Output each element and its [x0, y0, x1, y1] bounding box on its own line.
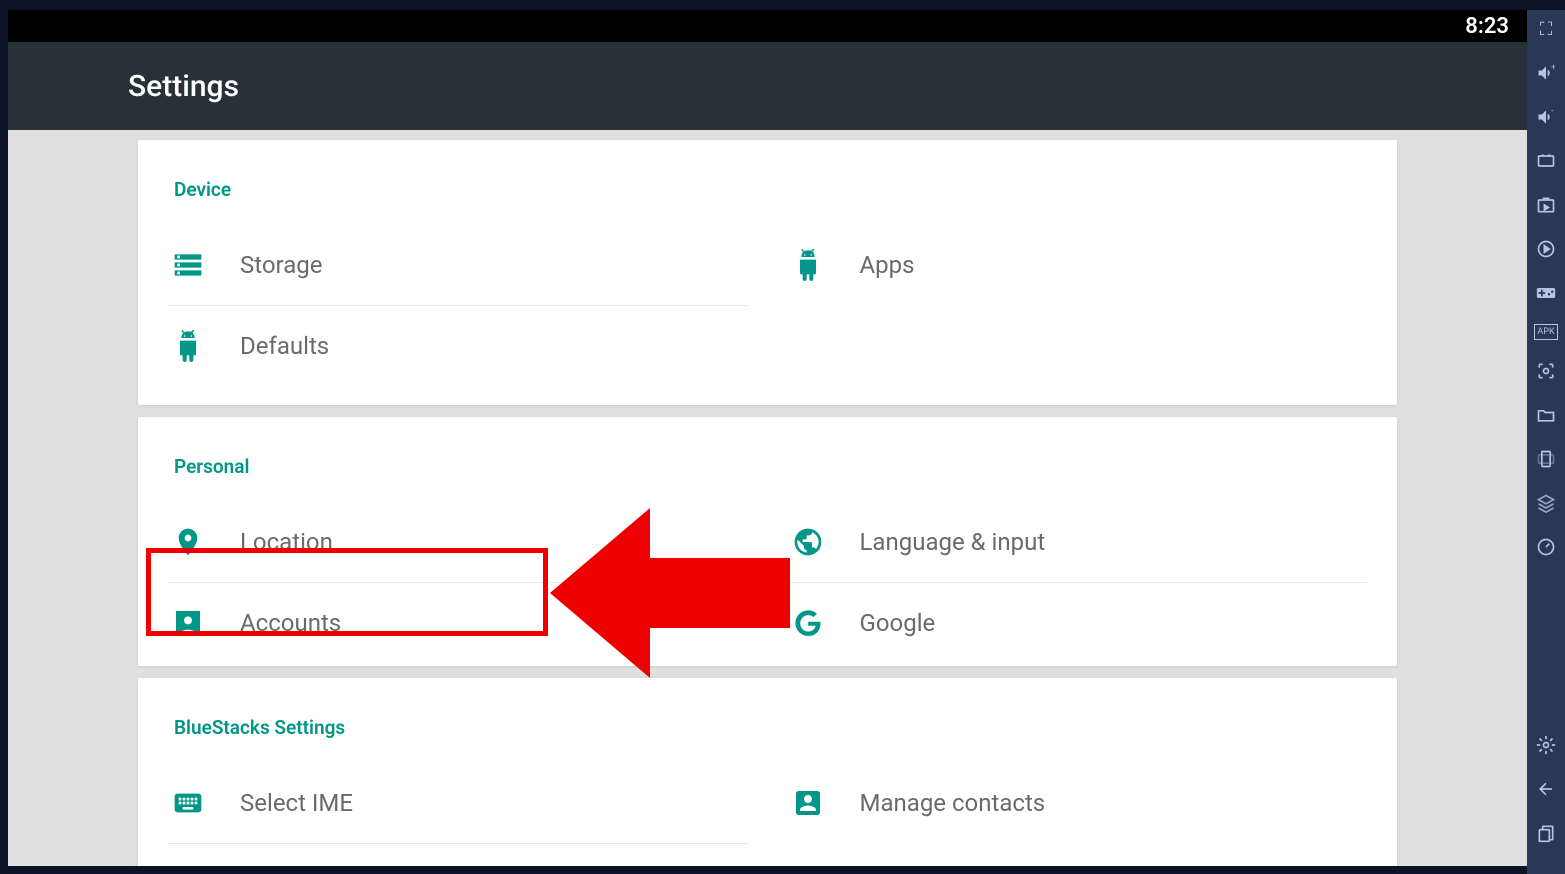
- apk-icon[interactable]: APK: [1534, 324, 1558, 340]
- storage-icon: [168, 245, 208, 285]
- back-icon[interactable]: [1533, 776, 1559, 802]
- bluestacks-side-toolbar: ⛶ + - APK: [1527, 10, 1565, 874]
- setting-label: Defaults: [240, 332, 329, 360]
- section-title-device: Device: [168, 160, 1367, 225]
- apps-icon: [788, 245, 828, 285]
- rotate-icon[interactable]: [1533, 446, 1559, 472]
- mediaplayer-icon[interactable]: [1533, 192, 1559, 218]
- defaults-icon: [168, 326, 208, 366]
- setting-item-accounts[interactable]: Accounts: [168, 582, 748, 662]
- folder-icon: [168, 864, 208, 867]
- settings-card-device: Device Storage Apps: [138, 140, 1397, 405]
- setting-item-google[interactable]: Google: [788, 582, 1368, 662]
- contacts-icon: [788, 783, 828, 823]
- setting-item-select-ime[interactable]: Select IME: [168, 763, 748, 843]
- window-title-bar: [0, 0, 1565, 10]
- record-icon[interactable]: [1533, 236, 1559, 262]
- folder-icon[interactable]: [1533, 402, 1559, 428]
- volume-down-icon[interactable]: -: [1533, 104, 1559, 130]
- setting-item-language[interactable]: Language & input: [788, 502, 1368, 582]
- gamepad-icon[interactable]: [1533, 280, 1559, 306]
- volume-up-icon[interactable]: +: [1533, 60, 1559, 86]
- emulator-viewport: 8:23 Settings Device Storage: [8, 10, 1527, 866]
- google-icon: [788, 603, 828, 643]
- setting-label: Google: [860, 609, 936, 637]
- setting-label: Apps: [860, 251, 915, 279]
- app-window: 8:23 Settings Device Storage: [0, 0, 1565, 874]
- setting-label: Manage contacts: [860, 789, 1046, 817]
- accounts-icon: [168, 603, 208, 643]
- setting-label: Storage: [240, 251, 322, 279]
- setting-item-location[interactable]: Location: [168, 502, 748, 582]
- setting-label: Accounts: [240, 609, 341, 637]
- setting-label: Location: [240, 528, 333, 556]
- section-title-bluestacks: BlueStacks Settings: [168, 698, 1367, 763]
- section-title-personal: Personal: [168, 437, 1367, 502]
- keymap-icon[interactable]: [1533, 148, 1559, 174]
- settings-gear-icon[interactable]: [1533, 732, 1559, 758]
- settings-card-personal: Personal Location Language & input: [138, 417, 1397, 666]
- svg-text:+: +: [1551, 63, 1556, 73]
- dashboard-icon[interactable]: [1533, 534, 1559, 560]
- setting-label: Select IME: [240, 789, 353, 817]
- setting-item-defaults[interactable]: Defaults: [168, 305, 748, 385]
- setting-item-manage-contacts[interactable]: Manage contacts: [788, 763, 1368, 843]
- language-icon: [788, 522, 828, 562]
- setting-item-apps[interactable]: Apps: [788, 225, 1368, 305]
- svg-text:-: -: [1551, 107, 1554, 117]
- settings-header: Settings: [8, 42, 1527, 130]
- keyboard-icon: [168, 783, 208, 823]
- layers-icon[interactable]: [1533, 490, 1559, 516]
- screenshot-camera-icon[interactable]: [1533, 358, 1559, 384]
- setting-item-storage[interactable]: Storage: [168, 225, 748, 305]
- settings-content[interactable]: Device Storage Apps: [8, 130, 1527, 866]
- setting-label: Language & input: [860, 528, 1046, 556]
- fullscreen-icon[interactable]: ⛶: [1533, 16, 1559, 42]
- clipboard-icon[interactable]: [1533, 820, 1559, 846]
- settings-card-bluestacks: BlueStacks Settings Select IME Manage co…: [138, 678, 1397, 866]
- status-time: 8:23: [1465, 14, 1509, 39]
- page-title: Settings: [128, 69, 239, 104]
- location-icon: [168, 522, 208, 562]
- android-status-bar: 8:23: [8, 10, 1527, 42]
- setting-item-import-files[interactable]: Import windows files: [168, 843, 748, 866]
